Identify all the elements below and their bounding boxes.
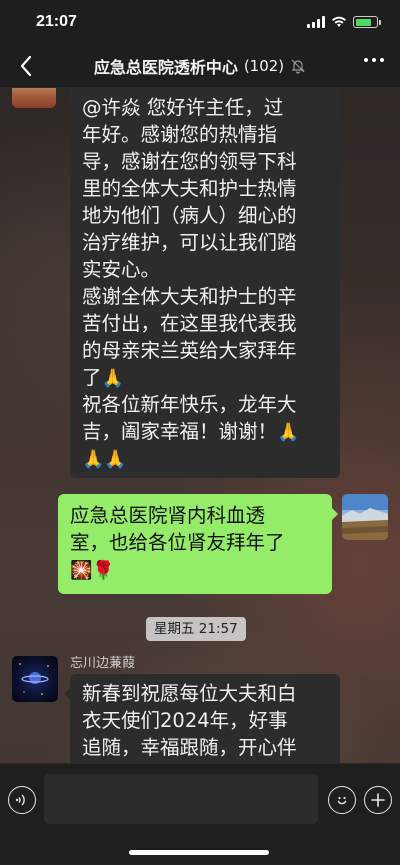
home-indicator [129, 850, 269, 855]
more-button[interactable] [364, 58, 384, 62]
voice-icon [15, 794, 25, 806]
message-line: 🙏🙏 [82, 445, 328, 472]
message-line: 室，也给各位肾友拜年了 [70, 531, 285, 554]
back-button[interactable] [12, 52, 40, 80]
battery-icon [353, 16, 381, 28]
message-bubble-self[interactable]: 应急总医院肾内科血透 室，也给各位肾友拜年了 🎇🌹 [58, 494, 338, 594]
message-line: 应急总医院肾内科血透 [70, 504, 266, 527]
chat-header: 应急总医院透析中心 (102) [0, 44, 400, 88]
voice-button[interactable] [8, 786, 36, 814]
message-line: 新春到祝愿每位大夫和白 [82, 682, 297, 705]
rose-icon: 🌹 [92, 560, 115, 581]
landscape-avatar-image [342, 494, 388, 540]
pray-hands-icon: 🙏 [104, 449, 127, 470]
avatar[interactable] [342, 494, 388, 540]
message-line: 苦付出，在这里我代表我 [82, 312, 297, 335]
message-line: 年好。感谢您的热情指 [82, 123, 278, 146]
smile-icon [337, 796, 347, 805]
planet-avatar-image [19, 663, 49, 695]
wifi-icon [332, 16, 346, 27]
pray-hands-icon: 🙏 [101, 368, 124, 389]
fireworks-icon: 🎇 [70, 560, 93, 581]
status-time: 21:07 [36, 13, 77, 30]
message-line: 的母亲宋兰英给大家拜年 [82, 339, 297, 362]
message-line: 里的全体大夫和护士热情 [82, 177, 297, 200]
more-dots-icon [364, 58, 368, 62]
bell-slash-icon [291, 59, 305, 74]
signal-icon [307, 16, 325, 28]
message-line: 实安心。 [82, 258, 161, 281]
timestamp: 星期五 21:57 [146, 617, 246, 641]
status-icons [307, 16, 381, 28]
message-line: 导，感谢在您的领导下科 [82, 150, 297, 173]
pray-hands-icon: 🙏 [82, 449, 105, 470]
message-line: 祝各位新年快乐，龙年大 [82, 393, 297, 416]
plus-button[interactable] [364, 786, 392, 814]
chat-title: 应急总医院透析中心 [93, 57, 238, 77]
plus-icon [371, 793, 385, 807]
member-count: (102) [243, 56, 285, 75]
chevron-left-icon [20, 55, 32, 77]
message-line: 了🙏 [82, 366, 124, 389]
pray-hands-icon: 🙏 [277, 422, 300, 443]
emoji-button[interactable] [328, 786, 356, 814]
avatar[interactable] [12, 88, 56, 108]
avatar[interactable] [12, 656, 58, 702]
message-bubble[interactable]: @许焱 您好许主任，过 年好。感谢您的热情指 导，感谢在您的领导下科 里的全体大… [64, 88, 340, 478]
message-line: 衣天使们2024年，好事 [82, 709, 288, 732]
message-input[interactable] [44, 774, 318, 824]
chat-title-group: 应急总医院透析中心 (102) [94, 54, 306, 78]
message-line: 感谢全体大夫和护士的辛 [82, 285, 297, 308]
message-line: 治疗维护，可以让我们踏 [82, 231, 297, 254]
message-line: 🎇🌹 [70, 556, 320, 583]
sender-name: 忘川边蒹葭 [70, 656, 136, 671]
message-line: @许焱 您好许主任，过 [82, 96, 284, 119]
message-line: 追随，幸福跟随，开心伴 [82, 736, 297, 759]
message-line: 吉，阖家幸福！谢谢！🙏 [82, 420, 300, 443]
message-line: 地为他们（病人）细心的 [82, 204, 297, 227]
status-bar: 21:07 [0, 0, 400, 44]
chat-area[interactable]: @许焱 您好许主任，过 年好。感谢您的热情指 导，感谢在您的领导下科 里的全体大… [0, 88, 400, 763]
message-bubble[interactable]: 新春到祝愿每位大夫和白 衣天使们2024年，好事 追随，幸福跟随，开心伴 [64, 674, 340, 763]
